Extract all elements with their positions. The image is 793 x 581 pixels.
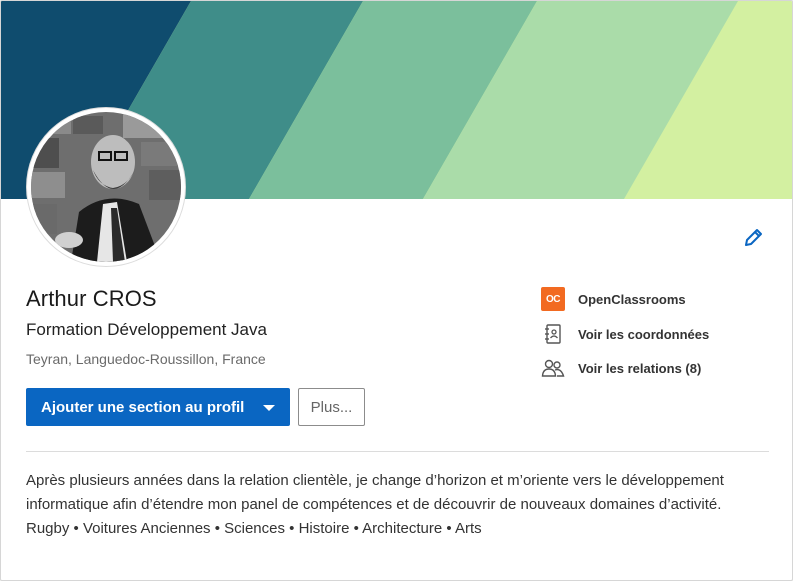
profile-location: Teyran, Languedoc-Roussillon, France bbox=[26, 351, 266, 367]
profile-headline: Formation Développement Java bbox=[26, 320, 267, 339]
connections-link[interactable]: Voir les relations (8) bbox=[540, 355, 780, 381]
pencil-icon bbox=[742, 227, 764, 254]
about-line: Après plusieurs années dans la relation … bbox=[26, 472, 724, 489]
contact-info-link[interactable]: Voir les coordonnées bbox=[540, 321, 780, 347]
about-line: informatique afin d’étendre mon panel de… bbox=[26, 496, 722, 513]
avatar[interactable] bbox=[27, 108, 185, 266]
caret-down-icon bbox=[263, 405, 275, 411]
add-profile-section-label: Ajouter une section au profil bbox=[41, 398, 245, 416]
company-link-label: OpenClassrooms bbox=[578, 291, 686, 307]
edit-profile-button[interactable] bbox=[739, 226, 767, 254]
contact-info-label: Voir les coordonnées bbox=[578, 326, 710, 342]
profile-card: Arthur CROS Formation Développement Java… bbox=[0, 0, 793, 581]
connections-label: Voir les relations (8) bbox=[578, 360, 702, 376]
about-interests-line: Rugby • Voitures Anciennes • Sciences • … bbox=[26, 520, 482, 537]
add-profile-section-button[interactable]: Ajouter une section au profil bbox=[26, 388, 290, 426]
openclassrooms-logo: OC bbox=[541, 287, 565, 311]
more-button[interactable]: Plus... bbox=[298, 388, 365, 426]
section-divider bbox=[26, 451, 769, 452]
contact-book-icon bbox=[540, 321, 566, 347]
connections-icon bbox=[540, 355, 566, 381]
about-summary: Après plusieurs années dans la relation … bbox=[26, 469, 776, 541]
profile-name: Arthur CROS bbox=[26, 286, 157, 311]
company-link-openclassrooms[interactable]: OC OpenClassrooms bbox=[540, 286, 780, 312]
